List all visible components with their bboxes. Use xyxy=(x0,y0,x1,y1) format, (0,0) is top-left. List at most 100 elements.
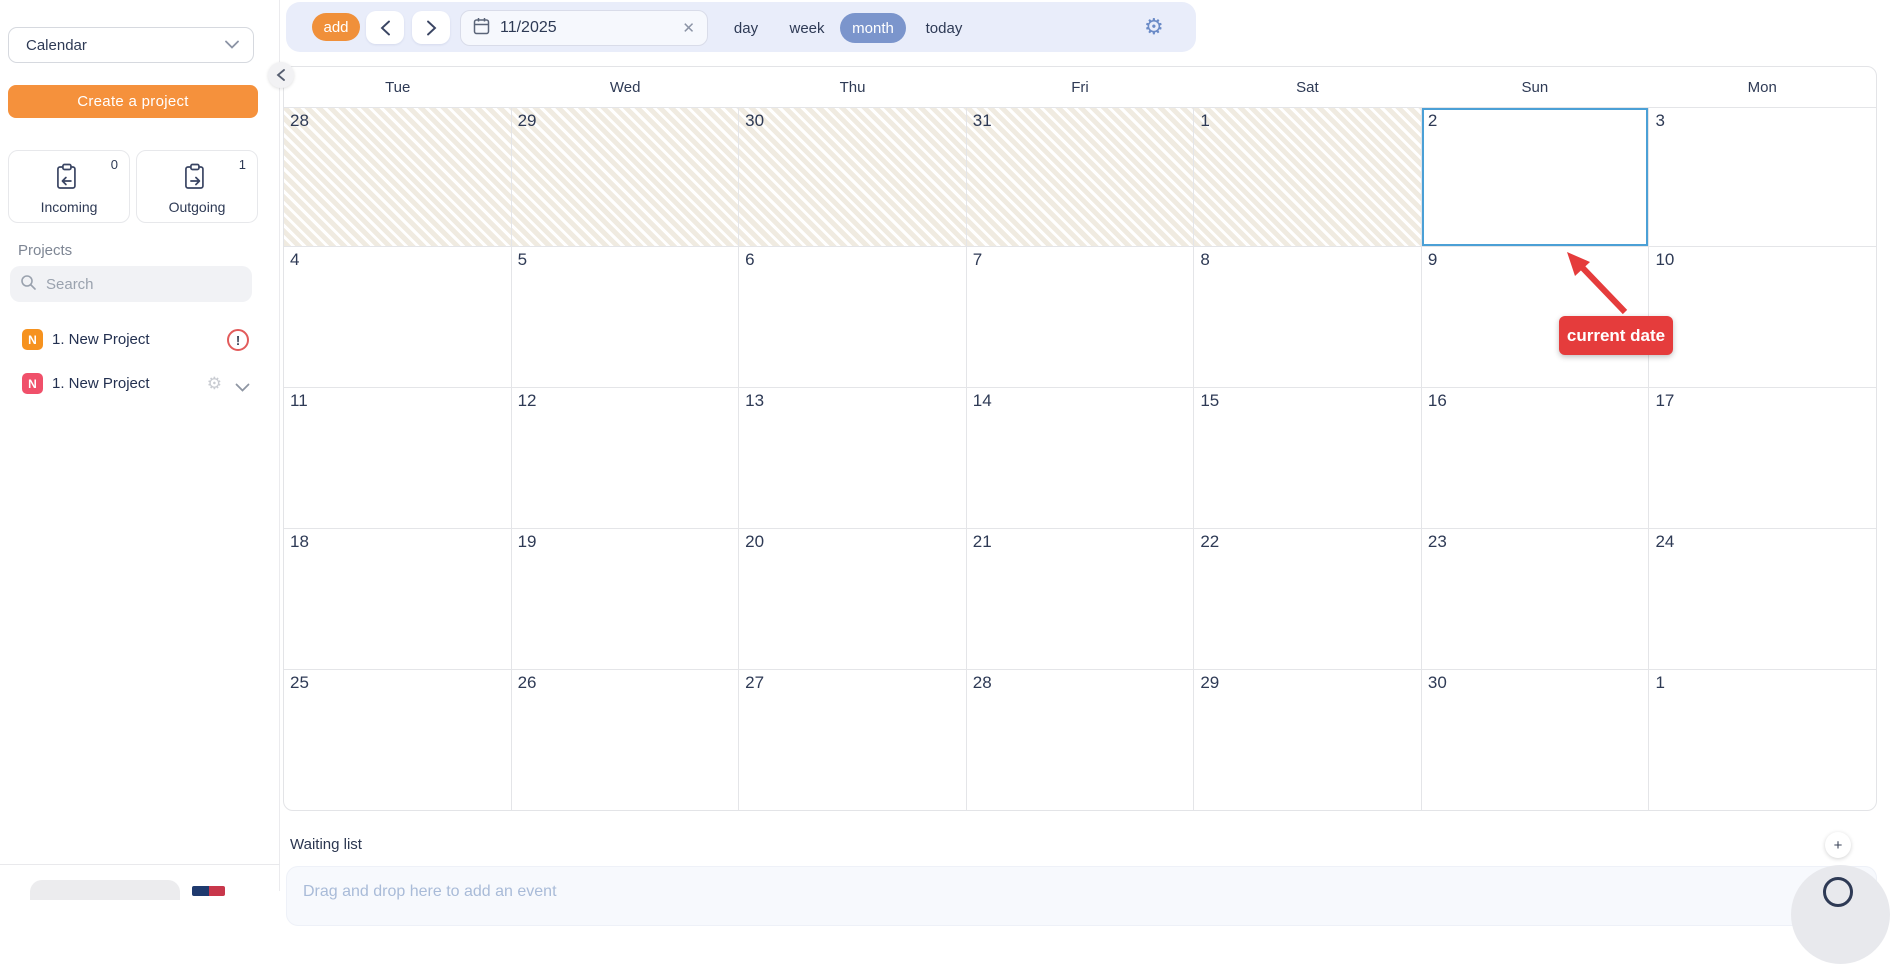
view-today-button[interactable]: today xyxy=(916,13,972,43)
calendar-cell[interactable]: 30 xyxy=(1422,670,1650,810)
outgoing-count: 1 xyxy=(239,157,246,172)
date-number: 1 xyxy=(1200,111,1209,131)
calendar-cell[interactable]: 16 xyxy=(1422,388,1650,528)
date-number: 25 xyxy=(290,673,309,693)
view-select-value: Calendar xyxy=(26,37,225,54)
date-number: 28 xyxy=(290,111,309,131)
date-number: 21 xyxy=(973,532,992,552)
calendar-cell[interactable]: 22 xyxy=(1194,529,1422,669)
incoming-card[interactable]: 0 Incoming xyxy=(8,150,130,223)
date-number: 24 xyxy=(1655,532,1674,552)
day-header-row: TueWedThuFriSatSunMon xyxy=(284,67,1876,107)
date-number: 14 xyxy=(973,391,992,411)
date-picker-field[interactable]: ✕ xyxy=(460,10,708,46)
support-chat-bubble[interactable] xyxy=(1791,865,1890,964)
calendar-cell[interactable]: 19 xyxy=(512,529,740,669)
calendar-cell[interactable]: 28 xyxy=(284,108,512,246)
settings-gear-icon[interactable]: ⚙ xyxy=(1144,15,1164,39)
date-number: 18 xyxy=(290,532,309,552)
project-search[interactable] xyxy=(10,266,252,302)
calendar-cell[interactable]: 1 xyxy=(1194,108,1422,246)
date-number: 6 xyxy=(745,250,754,270)
date-number: 20 xyxy=(745,532,764,552)
project-alert-icon[interactable]: ! xyxy=(227,329,249,351)
waiting-list-dropzone[interactable]: Drag and drop here to add an event xyxy=(286,866,1877,926)
project-item[interactable]: N 1. New Project ⚙ xyxy=(0,362,280,406)
sidebar-bottom-widget[interactable] xyxy=(30,880,180,900)
date-number: 7 xyxy=(973,250,982,270)
calendar-cell[interactable]: 8 xyxy=(1194,247,1422,387)
date-number: 10 xyxy=(1655,250,1674,270)
view-day-button[interactable]: day xyxy=(724,13,768,43)
calendar-cell[interactable]: 28 xyxy=(967,670,1195,810)
calendar-cell[interactable]: 15 xyxy=(1194,388,1422,528)
view-select[interactable]: Calendar xyxy=(8,27,254,63)
calendar-cell[interactable]: 1 xyxy=(1649,670,1876,810)
clear-date-icon[interactable]: ✕ xyxy=(682,19,695,37)
day-header: Tue xyxy=(284,67,511,107)
project-name: 1. New Project xyxy=(52,375,150,392)
create-project-button[interactable]: Create a project xyxy=(8,85,258,118)
project-avatar: N xyxy=(22,329,43,350)
calendar-cell[interactable]: 31 xyxy=(967,108,1195,246)
project-avatar: N xyxy=(22,373,43,394)
calendar-month-grid: TueWedThuFriSatSunMon 282930311234567891… xyxy=(283,66,1877,811)
day-header: Thu xyxy=(739,67,966,107)
date-number: 17 xyxy=(1655,391,1674,411)
date-number: 19 xyxy=(518,532,537,552)
calendar-cell[interactable]: 6 xyxy=(739,247,967,387)
calendar-cell[interactable]: 25 xyxy=(284,670,512,810)
calendar-icon xyxy=(473,17,490,40)
date-number: 31 xyxy=(973,111,992,131)
waiting-list-placeholder: Drag and drop here to add an event xyxy=(303,883,557,901)
next-period-button[interactable] xyxy=(412,11,450,44)
view-month-button[interactable]: month xyxy=(840,13,906,43)
week-row: 11 1213 14 151617 xyxy=(284,387,1876,528)
calendar-cell[interactable]: 17 xyxy=(1649,388,1876,528)
calendar-cell[interactable]: 23 xyxy=(1422,529,1650,669)
date-input[interactable] xyxy=(500,19,660,37)
date-number: 29 xyxy=(1200,673,1219,693)
date-number: 5 xyxy=(518,250,527,270)
calendar-cell[interactable]: 11 xyxy=(284,388,512,528)
calendar-cell-current-date[interactable]: 2 xyxy=(1422,108,1650,246)
calendar-cell[interactable]: 13 xyxy=(739,388,967,528)
date-number: 11 xyxy=(290,391,308,411)
calendar-cell[interactable]: 30 xyxy=(739,108,967,246)
calendar-cell[interactable]: 21 xyxy=(967,529,1195,669)
project-settings-gear-icon[interactable]: ⚙ xyxy=(207,375,222,392)
projects-section-label: Projects xyxy=(18,242,72,259)
calendar-cell[interactable]: 18 xyxy=(284,529,512,669)
search-input[interactable] xyxy=(46,276,216,293)
calendar-cell[interactable]: 10 xyxy=(1649,247,1876,387)
date-number: 27 xyxy=(745,673,764,693)
prev-period-button[interactable] xyxy=(366,11,404,44)
calendar-cell[interactable]: 24 xyxy=(1649,529,1876,669)
outgoing-card[interactable]: 1 Outgoing xyxy=(136,150,258,223)
add-event-button[interactable]: add xyxy=(312,13,360,41)
calendar-cell[interactable]: 29 xyxy=(1194,670,1422,810)
calendar-cell[interactable]: 29 xyxy=(512,108,740,246)
day-header: Mon xyxy=(1649,67,1876,107)
calendar-cell[interactable]: 3 xyxy=(1649,108,1876,246)
chevron-right-icon xyxy=(426,20,437,36)
calendar-cell[interactable]: 5 xyxy=(512,247,740,387)
waiting-list-add-button[interactable]: + xyxy=(1825,832,1851,858)
day-header: Sun xyxy=(1421,67,1648,107)
date-number: 28 xyxy=(973,673,992,693)
incoming-count: 0 xyxy=(111,157,118,172)
calendar-cell[interactable]: 4 xyxy=(284,247,512,387)
incoming-clipboard-icon xyxy=(54,163,80,196)
calendar-cell[interactable]: 26 xyxy=(512,670,740,810)
project-item[interactable]: N1. New Project! xyxy=(0,318,280,362)
sidebar: Calendar Create a project 0 Incoming 1 O… xyxy=(0,0,280,891)
sidebar-collapse-button[interactable] xyxy=(268,62,294,88)
calendar-cell[interactable]: 27 xyxy=(739,670,967,810)
calendar-cell[interactable]: 14 xyxy=(967,388,1195,528)
project-expand-chevron-icon[interactable] xyxy=(235,379,250,397)
calendar-cell[interactable]: 12 xyxy=(512,388,740,528)
language-flag-icon[interactable] xyxy=(192,886,225,896)
calendar-cell[interactable]: 7 xyxy=(967,247,1195,387)
calendar-cell[interactable]: 20 xyxy=(739,529,967,669)
view-week-button[interactable]: week xyxy=(780,13,834,43)
